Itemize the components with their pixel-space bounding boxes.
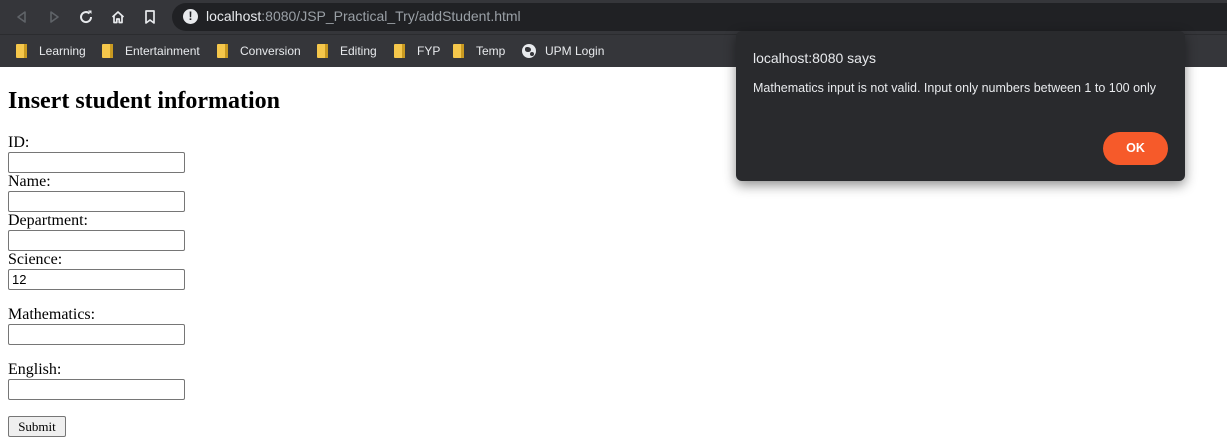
dialog-title: localhost:8080 says [753,50,876,66]
back-icon[interactable] [11,6,33,28]
browser-toolbar: ! localhost:8080/JSP_Practical_Try/addSt… [0,0,1227,34]
english-field[interactable] [8,379,185,400]
bookmark-temp[interactable]: Temp [453,41,505,61]
folder-icon [102,44,113,58]
address-bar[interactable]: ! localhost:8080/JSP_Practical_Try/addSt… [172,3,1227,31]
bookmark-entertainment[interactable]: Entertainment [102,41,200,61]
bookmark-editing[interactable]: Editing [317,41,377,61]
folder-icon [217,44,228,58]
submit-button[interactable]: Submit [8,416,66,437]
home-icon[interactable] [107,6,129,28]
ok-button[interactable]: OK [1103,132,1168,165]
science-label: Science: [8,251,63,268]
forward-icon[interactable] [43,6,65,28]
globe-icon [522,44,536,58]
folder-icon [453,44,464,58]
mathematics-field[interactable] [8,324,185,345]
bookmark-upm-login[interactable]: UPM Login [522,41,604,61]
folder-icon [16,44,27,58]
bookmark-icon[interactable] [139,6,161,28]
site-info-icon[interactable]: ! [183,9,198,24]
bookmark-learning[interactable]: Learning [16,41,86,61]
id-label: ID: [8,134,30,151]
mathematics-label: Mathematics: [8,306,96,323]
science-field[interactable] [8,269,185,290]
name-field[interactable] [8,191,185,212]
english-label: English: [8,361,62,378]
folder-icon [394,44,405,58]
name-label: Name: [8,173,51,190]
page-title: Insert student information [8,88,281,114]
reload-icon[interactable] [75,6,97,28]
department-field[interactable] [8,230,185,251]
id-field[interactable] [8,152,185,173]
dialog-message: Mathematics input is not valid. Input on… [753,81,1157,95]
bookmark-fyp[interactable]: FYP [394,41,440,61]
bookmark-conversion[interactable]: Conversion [217,41,301,61]
alert-dialog: localhost:8080 says Mathematics input is… [736,31,1185,181]
url-text: localhost:8080/JSP_Practical_Try/addStud… [206,8,521,24]
department-label: Department: [8,212,88,229]
folder-icon [317,44,328,58]
